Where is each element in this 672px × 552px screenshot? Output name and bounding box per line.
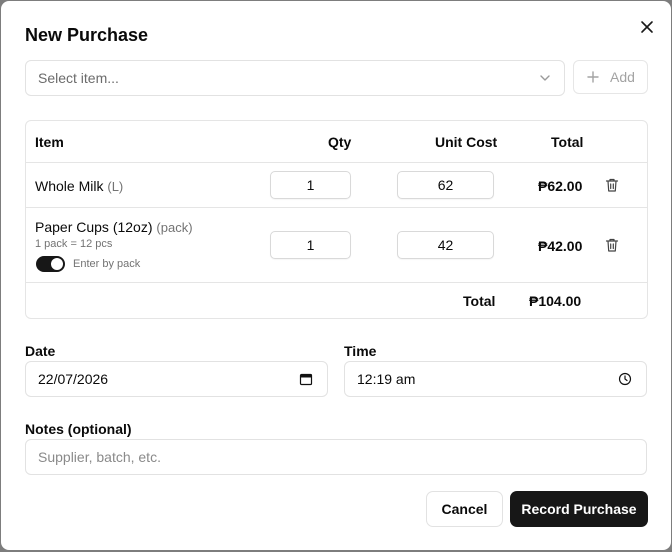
chevron-down-icon — [540, 75, 550, 81]
new-purchase-dialog: New Purchase Select item... Add Item Qty… — [1, 1, 671, 550]
footer-total-label: Total — [463, 293, 496, 309]
trash-icon[interactable] — [604, 237, 620, 253]
item-name: Whole Milk — [35, 178, 104, 194]
notes-input[interactable]: Supplier, batch, etc. — [25, 439, 647, 475]
date-label: Date — [25, 343, 56, 359]
header-item: Item — [35, 134, 64, 150]
toggle-label: Enter by pack — [73, 258, 141, 270]
dialog-title: New Purchase — [25, 25, 149, 45]
footer-total-value: ₱104.00 — [529, 293, 582, 309]
item-name-cell: Whole Milk (L) — [35, 178, 123, 194]
date-value: 22/07/2026 — [38, 371, 109, 387]
qty-input[interactable]: 1 — [270, 231, 351, 259]
item-unit: (L) — [107, 179, 124, 194]
table-footer-row: Total ₱104.00 — [26, 283, 647, 318]
item-name-cell: Paper Cups (12oz) (pack) — [35, 219, 193, 235]
enter-by-pack-toggle[interactable] — [36, 256, 65, 272]
item-unit: (pack) — [156, 220, 193, 235]
notes-placeholder: Supplier, batch, etc. — [38, 449, 161, 465]
plus-icon — [587, 71, 599, 83]
cancel-button[interactable]: Cancel — [426, 491, 503, 527]
header-qty: Qty — [328, 134, 352, 150]
item-select[interactable]: Select item... — [25, 60, 565, 96]
close-button[interactable] — [637, 17, 657, 37]
table-header-row: Item Qty Unit Cost Total — [26, 121, 647, 163]
add-item-button[interactable]: Add — [573, 60, 648, 94]
time-input[interactable]: 12:19 am — [344, 361, 647, 397]
add-item-label: Add — [610, 69, 635, 85]
header-total: Total — [551, 134, 584, 150]
qty-input[interactable]: 1 — [270, 171, 351, 199]
unit-cost-input[interactable]: 62 — [397, 171, 494, 199]
table-row: Paper Cups (12oz) (pack) 1 pack = 12 pcs… — [26, 208, 647, 283]
row-total: ₱42.00 — [538, 238, 583, 254]
purchase-items-table: Item Qty Unit Cost Total Whole Milk (L) … — [25, 120, 648, 319]
toggle-knob — [51, 258, 63, 270]
notes-label: Notes (optional) — [25, 421, 132, 437]
item-select-placeholder: Select item... — [38, 70, 119, 86]
row-total: ₱62.00 — [538, 178, 583, 194]
date-input[interactable]: 22/07/2026 — [25, 361, 328, 397]
table-row: Whole Milk (L) 1 62 ₱62.00 — [26, 163, 647, 208]
calendar-icon[interactable] — [299, 372, 313, 386]
header-unit-cost: Unit Cost — [435, 134, 498, 150]
clock-icon[interactable] — [618, 372, 632, 386]
time-label: Time — [344, 343, 377, 359]
time-value: 12:19 am — [357, 371, 416, 387]
item-name: Paper Cups (12oz) — [35, 219, 153, 235]
pack-info: 1 pack = 12 pcs — [35, 238, 113, 250]
unit-cost-input[interactable]: 42 — [397, 231, 494, 259]
trash-icon[interactable] — [604, 177, 620, 193]
close-icon — [641, 21, 653, 33]
record-purchase-button[interactable]: Record Purchase — [510, 491, 648, 527]
